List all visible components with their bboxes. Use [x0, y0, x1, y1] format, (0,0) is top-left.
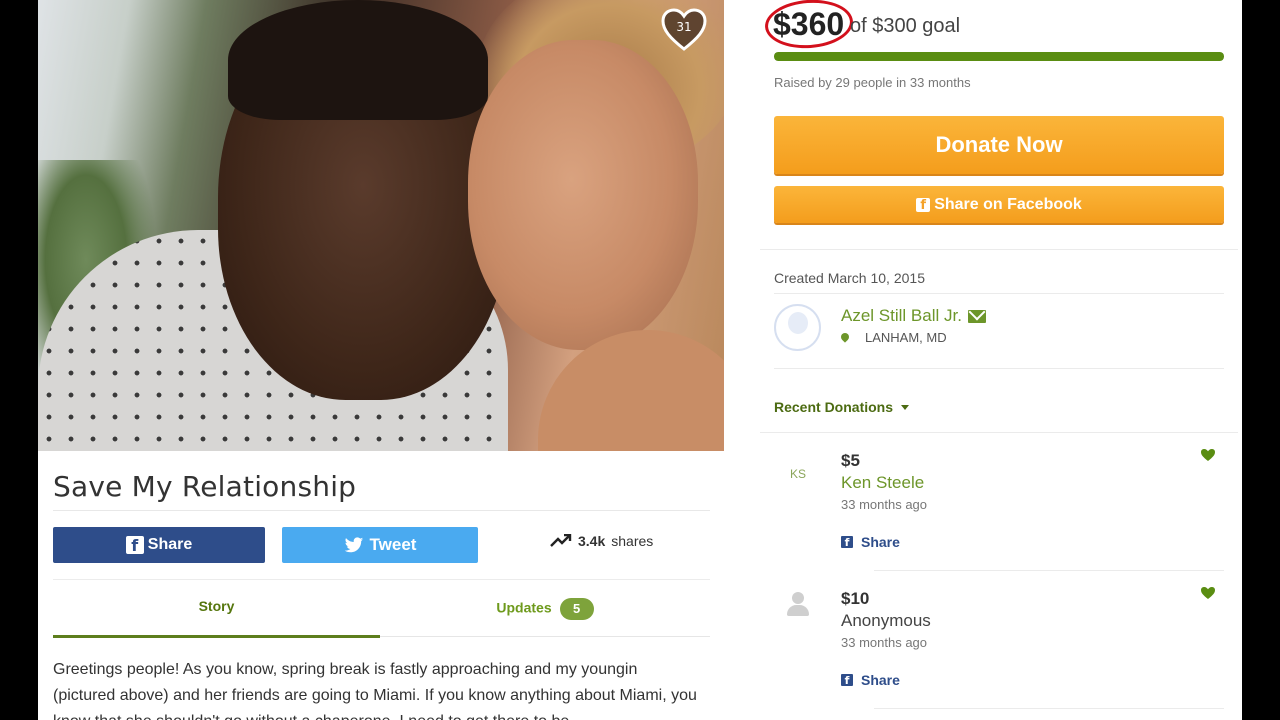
- donate-label: Donate Now: [935, 132, 1063, 157]
- progress-fill: [774, 52, 1224, 61]
- campaign-title: Save My Relationship: [53, 470, 357, 503]
- tab-underline: [380, 636, 710, 637]
- divider: [760, 432, 1238, 433]
- share-on-facebook-button[interactable]: f Share on Facebook: [774, 186, 1224, 223]
- organizer-name[interactable]: Azel Still Ball Jr.: [841, 306, 986, 326]
- donation-share-button[interactable]: f Share: [841, 534, 900, 550]
- shares-count: 3.4k shares: [550, 533, 653, 549]
- organizer-location: LANHAM, MD: [841, 330, 947, 345]
- anonymous-avatar-icon: [784, 589, 812, 619]
- tab-updates[interactable]: Updates 5: [380, 598, 710, 620]
- facebook-icon: f: [841, 536, 853, 549]
- divider: [874, 570, 1224, 571]
- donation-time: 33 months ago: [841, 635, 928, 650]
- avatar-placeholder: [788, 312, 808, 334]
- organizer-name-text: Azel Still Ball Jr.: [841, 306, 962, 325]
- location-text: LANHAM, MD: [865, 330, 947, 345]
- twitter-bird-icon: [344, 536, 363, 552]
- campaign-photo: 31: [38, 0, 724, 451]
- divider: [874, 708, 1224, 709]
- heart-counter[interactable]: 31: [660, 8, 708, 52]
- story-text: Greetings people! As you know, spring br…: [53, 661, 697, 720]
- caret-down-icon: [901, 404, 910, 410]
- tweet-label: Tweet: [369, 535, 417, 554]
- photo-face: [468, 40, 698, 350]
- tab-updates-label: Updates: [496, 599, 552, 616]
- donor-name: Anonymous: [841, 611, 931, 630]
- heart-count: 31: [676, 20, 692, 34]
- tweet-button[interactable]: Tweet: [282, 527, 478, 563]
- divider: [53, 510, 710, 511]
- shares-label: shares: [611, 533, 654, 549]
- donate-now-button[interactable]: Donate Now: [774, 116, 1224, 174]
- donation-share-label: Share: [861, 672, 900, 688]
- donation-time: 33 months ago: [841, 497, 928, 512]
- raised-by-text: Raised by 29 people in 33 months: [774, 75, 971, 90]
- trending-up-icon: [550, 534, 572, 547]
- progress-bar: [774, 52, 1224, 61]
- heart-icon[interactable]: [1200, 448, 1216, 462]
- heart-icon[interactable]: [1200, 586, 1216, 600]
- donation-amount: $5: [841, 451, 860, 470]
- donation-share-button[interactable]: f Share: [841, 672, 900, 688]
- fb-share-label: Share on Facebook: [934, 195, 1082, 213]
- goal-text: of $300 goal: [850, 15, 961, 37]
- donor-name[interactable]: Ken Steele: [841, 473, 924, 493]
- shares-number: 3.4k: [578, 533, 606, 549]
- campaign-page: 31 Save My Relationship f Share Tweet 3.…: [38, 0, 1242, 720]
- donation-share-label: Share: [861, 534, 900, 550]
- recent-donations-toggle[interactable]: Recent Donations: [774, 399, 910, 415]
- donor-initials: KS: [789, 467, 806, 481]
- envelope-icon[interactable]: [967, 309, 986, 323]
- divider: [774, 368, 1224, 369]
- facebook-icon: f: [916, 197, 931, 213]
- recent-donations-heading: Recent Donations: [774, 399, 894, 415]
- created-date: Created March 10, 2015: [774, 270, 925, 286]
- map-pin-icon: [841, 333, 849, 343]
- tab-story[interactable]: Story: [53, 598, 380, 614]
- donation-amount: $10: [841, 589, 870, 608]
- updates-count-badge: 5: [559, 598, 594, 620]
- divider: [53, 579, 710, 580]
- organizer-avatar[interactable]: [774, 304, 821, 351]
- divider: [760, 249, 1238, 250]
- facebook-icon: f: [841, 674, 853, 687]
- active-tab-indicator: [53, 635, 380, 638]
- tab-story-label: Story: [198, 598, 235, 614]
- facebook-icon: f: [125, 536, 144, 555]
- facebook-share-button[interactable]: f Share: [53, 527, 265, 563]
- divider: [774, 293, 1224, 294]
- photo-hair: [228, 0, 488, 120]
- share-label: Share: [147, 536, 193, 553]
- raised-amount: $360: [773, 6, 845, 42]
